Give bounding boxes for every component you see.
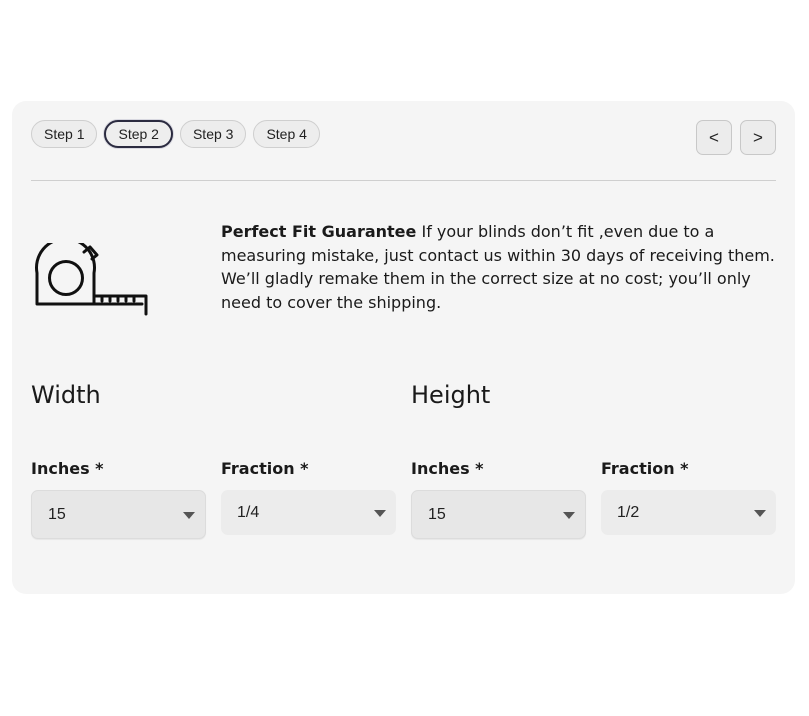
step-2-tab[interactable]: Step 2 [104, 120, 173, 148]
measurement-card: Step 1 Step 2 Step 3 Step 4 < > Perfect … [12, 101, 795, 594]
step-tabs: Step 1 Step 2 Step 3 Step 4 [31, 120, 320, 148]
chevron-down-icon [563, 511, 575, 519]
width-inches-value: 15 [48, 505, 66, 523]
chevron-down-icon [374, 509, 386, 517]
width-fraction-label: Fraction * [221, 459, 309, 478]
guarantee-text: Perfect Fit Guarantee If your blinds don… [221, 220, 776, 314]
width-title: Width [31, 381, 101, 409]
chevron-down-icon [754, 509, 766, 517]
step-1-tab[interactable]: Step 1 [31, 120, 98, 148]
step-4-tab[interactable]: Step 4 [253, 120, 320, 148]
height-inches-select[interactable]: 15 [411, 490, 586, 539]
width-fraction-select[interactable]: 1/4 [221, 490, 396, 535]
width-inches-label: Inches * [31, 459, 104, 478]
step-3-tab[interactable]: Step 3 [179, 120, 247, 148]
next-step-button[interactable]: > [740, 120, 776, 155]
height-title: Height [411, 381, 491, 409]
width-fraction-value: 1/4 [237, 503, 260, 521]
tape-measure-icon [35, 243, 148, 316]
chevron-down-icon [183, 511, 195, 519]
divider [31, 180, 776, 181]
height-fraction-label: Fraction * [601, 459, 689, 478]
previous-step-button[interactable]: < [696, 120, 732, 155]
height-fraction-select[interactable]: 1/2 [601, 490, 776, 535]
step-navigation: < > [696, 120, 776, 155]
height-inches-label: Inches * [411, 459, 484, 478]
width-inches-select[interactable]: 15 [31, 490, 206, 539]
height-fraction-value: 1/2 [617, 503, 640, 521]
height-inches-value: 15 [428, 505, 446, 523]
guarantee-title: Perfect Fit Guarantee [221, 222, 417, 241]
